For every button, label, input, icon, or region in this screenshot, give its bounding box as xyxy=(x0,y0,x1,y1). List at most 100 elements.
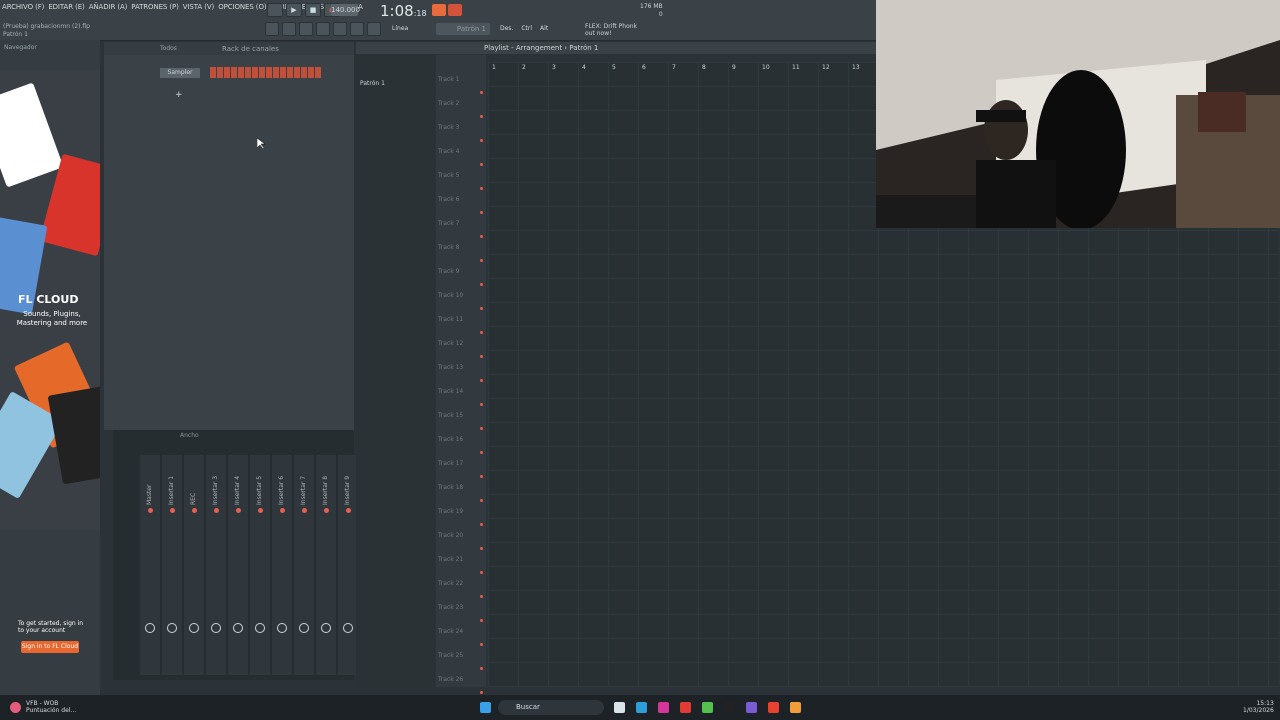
track-label[interactable]: Track 7 xyxy=(438,220,459,227)
metronome-button[interactable] xyxy=(432,4,446,16)
menu-patrones[interactable]: PATRONES (P) xyxy=(131,3,179,11)
track-label[interactable]: Track 21 xyxy=(438,556,463,563)
browser-icon[interactable] xyxy=(333,22,347,36)
countdown-button[interactable] xyxy=(448,4,462,16)
track-mute-led[interactable] xyxy=(480,331,483,334)
mixer-led[interactable] xyxy=(170,508,175,513)
track-mute-led[interactable] xyxy=(480,691,483,694)
track-label[interactable]: Track 16 xyxy=(438,436,463,443)
mixer-strip[interactable]: Insertar 4 xyxy=(228,455,248,675)
step[interactable] xyxy=(301,67,307,78)
fl-studio-icon[interactable] xyxy=(790,702,801,713)
track-label[interactable]: Track 11 xyxy=(438,316,463,323)
track-label[interactable]: Track 25 xyxy=(438,652,463,659)
menu-editar[interactable]: EDITAR (E) xyxy=(48,3,84,11)
step[interactable] xyxy=(210,67,216,78)
track-mute-led[interactable] xyxy=(480,403,483,406)
chrome-icon[interactable] xyxy=(768,702,779,713)
track-mute-led[interactable] xyxy=(480,667,483,670)
track-label[interactable]: Track 1 xyxy=(438,76,459,83)
discord-icon[interactable] xyxy=(746,702,757,713)
timeline-ruler[interactable]: 1 2 3 4 5 6 7 8 9 10 11 12 13 xyxy=(488,64,878,74)
add-channel-button[interactable]: + xyxy=(175,90,183,100)
track-label[interactable]: Track 24 xyxy=(438,628,463,635)
track-label[interactable]: Track 13 xyxy=(438,364,463,371)
mixer-pan-knob[interactable] xyxy=(145,623,155,633)
step[interactable] xyxy=(231,67,237,78)
track-label[interactable]: Track 10 xyxy=(438,292,463,299)
step[interactable] xyxy=(280,67,286,78)
mixer-led[interactable] xyxy=(346,508,351,513)
track-mute-led[interactable] xyxy=(480,259,483,262)
system-clock[interactable]: 15:13 1/03/2026 xyxy=(1243,700,1274,714)
track-label[interactable]: Track 14 xyxy=(438,388,463,395)
taskbar-app[interactable]: VFB - WOB Puntuación del... xyxy=(26,700,76,714)
step[interactable] xyxy=(294,67,300,78)
track-label[interactable]: Track 22 xyxy=(438,580,463,587)
track-label[interactable]: Track 3 xyxy=(438,124,459,131)
windows-start-icon[interactable] xyxy=(480,702,491,713)
edge-icon[interactable] xyxy=(636,702,647,713)
plugin-icon[interactable] xyxy=(350,22,364,36)
mixer-pan-knob[interactable] xyxy=(277,623,287,633)
track-label[interactable]: Track 23 xyxy=(438,604,463,611)
menu-opciones[interactable]: OPCIONES (O) xyxy=(218,3,266,11)
track-mute-led[interactable] xyxy=(480,235,483,238)
track-mute-led[interactable] xyxy=(480,523,483,526)
track-label[interactable]: Track 6 xyxy=(438,196,459,203)
step[interactable] xyxy=(245,67,251,78)
mic-icon[interactable] xyxy=(367,22,381,36)
mixer-led[interactable] xyxy=(236,508,241,513)
track-mute-led[interactable] xyxy=(480,115,483,118)
track-mute-led[interactable] xyxy=(480,547,483,550)
tiktok-icon[interactable] xyxy=(724,702,735,713)
mixer-strip[interactable]: Insertar 1 xyxy=(162,455,182,675)
mixer-led[interactable] xyxy=(214,508,219,513)
track-label[interactable]: Track 4 xyxy=(438,148,459,155)
step[interactable] xyxy=(308,67,314,78)
step[interactable] xyxy=(315,67,321,78)
menu-archivo[interactable]: ARCHIVO (F) xyxy=(2,3,44,11)
track-label[interactable]: Track 2 xyxy=(438,100,459,107)
youtube-icon[interactable] xyxy=(680,702,691,713)
search-input[interactable]: Buscar xyxy=(498,700,604,715)
file-explorer-icon[interactable] xyxy=(614,702,625,713)
mixer-strip[interactable]: Insertar 8 xyxy=(316,455,336,675)
track-mute-led[interactable] xyxy=(480,379,483,382)
mixer-strip[interactable]: REC xyxy=(184,455,204,675)
sign-in-button[interactable]: Sign in to FL Cloud xyxy=(21,641,79,653)
mixer-led[interactable] xyxy=(324,508,329,513)
mixer-pan-knob[interactable] xyxy=(233,623,243,633)
mixer-pan-knob[interactable] xyxy=(167,623,177,633)
mixer-icon[interactable] xyxy=(316,22,330,36)
track-mute-led[interactable] xyxy=(480,499,483,502)
menu-anadir[interactable]: AÑADIR (A) xyxy=(89,3,128,11)
track-label[interactable]: Track 8 xyxy=(438,244,459,251)
track-label[interactable]: Track 12 xyxy=(438,340,463,347)
rack-icon[interactable] xyxy=(299,22,313,36)
des-button[interactable]: Des. xyxy=(500,25,513,32)
track-mute-led[interactable] xyxy=(480,163,483,166)
instagram-icon[interactable] xyxy=(658,702,669,713)
mixer-led[interactable] xyxy=(302,508,307,513)
mixer-strip[interactable]: Insertar 7 xyxy=(294,455,314,675)
track-label[interactable]: Track 15 xyxy=(438,412,463,419)
track-mute-led[interactable] xyxy=(480,643,483,646)
step[interactable] xyxy=(224,67,230,78)
mixer-pan-knob[interactable] xyxy=(255,623,265,633)
track-mute-led[interactable] xyxy=(480,475,483,478)
mixer-width-label[interactable]: Ancho xyxy=(180,432,199,439)
piano-roll-icon[interactable] xyxy=(282,22,296,36)
mixer-strip[interactable]: Insertar 3 xyxy=(206,455,226,675)
tempo-display[interactable]: 140.000 xyxy=(331,4,360,16)
mixer-led[interactable] xyxy=(148,508,153,513)
track-label[interactable]: Track 20 xyxy=(438,532,463,539)
pattern-song-toggle[interactable] xyxy=(267,3,283,17)
playlist-icon[interactable] xyxy=(265,22,279,36)
ctrl-button[interactable]: Ctrl xyxy=(521,25,532,32)
track-mute-led[interactable] xyxy=(480,139,483,142)
app-icon[interactable] xyxy=(10,702,21,713)
step[interactable] xyxy=(238,67,244,78)
mixer-led[interactable] xyxy=(258,508,263,513)
track-mute-led[interactable] xyxy=(480,283,483,286)
